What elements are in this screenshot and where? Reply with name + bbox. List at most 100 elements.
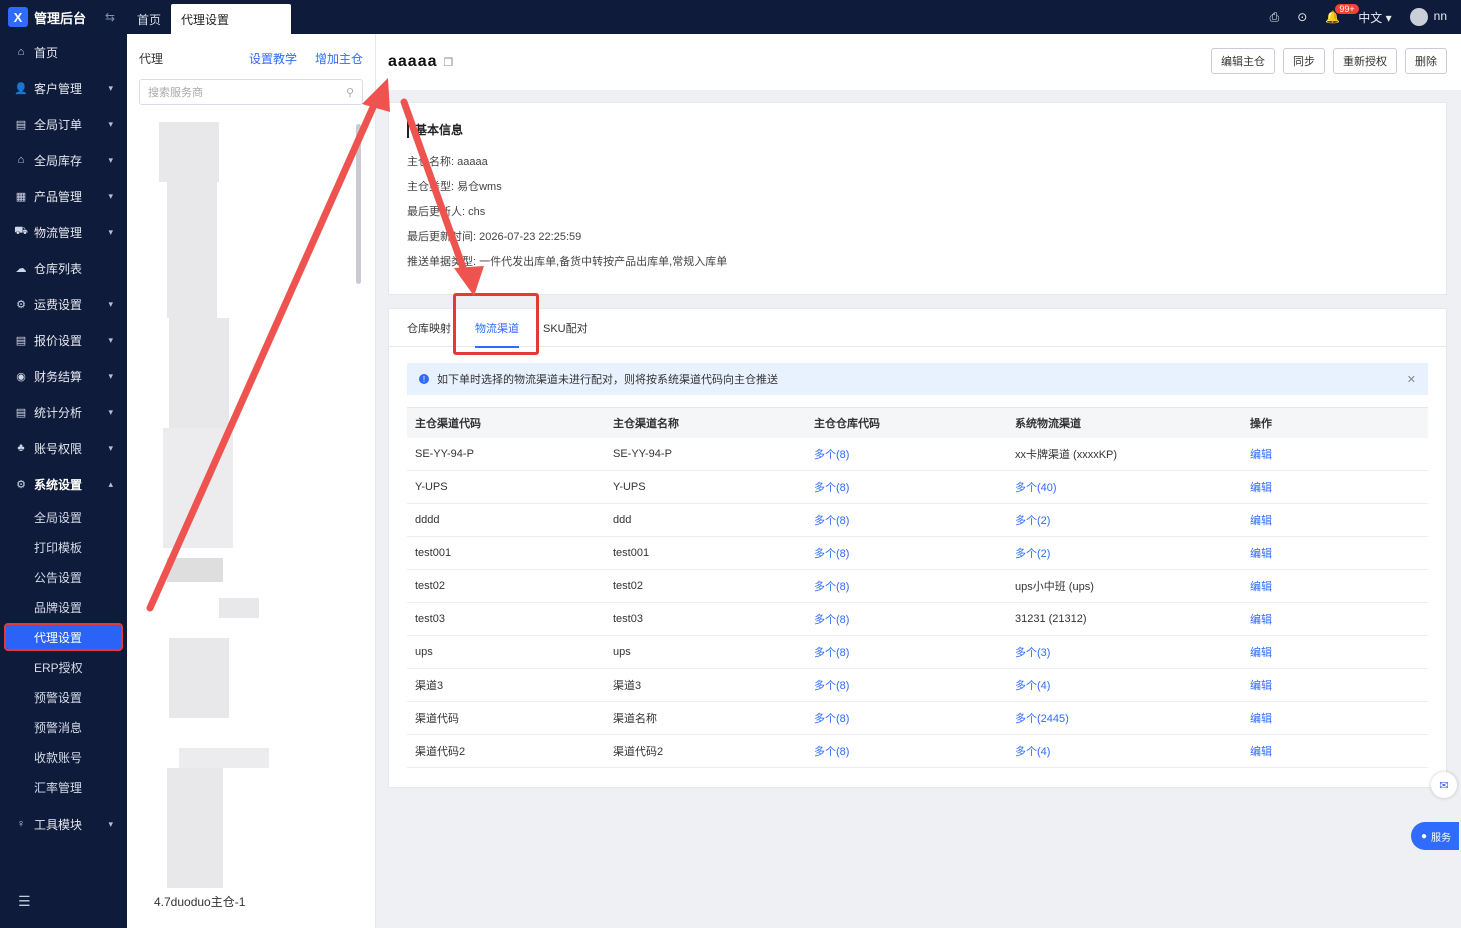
table-cell[interactable]: 多个(8)	[806, 668, 1007, 702]
table-row: 渠道3 渠道3 多个(8) 多个(4) 编辑	[407, 668, 1428, 702]
search-input[interactable]: 搜索服务商 ⚲	[139, 79, 363, 105]
edit-link[interactable]: 编辑	[1242, 635, 1428, 669]
table-cell: SE-YY-94-P	[407, 437, 605, 471]
close-icon[interactable]: ✕	[1407, 373, 1416, 386]
edit-link[interactable]: 编辑	[1242, 602, 1428, 636]
sidebar-item-7[interactable]: ⚙ 运费设置 ▾	[0, 286, 127, 322]
edit-link[interactable]: 编辑	[1242, 536, 1428, 570]
table-cell[interactable]: 多个(2)	[1007, 503, 1242, 537]
sidebar-item-label: 物流管理	[34, 225, 83, 240]
table-cell[interactable]: 多个(8)	[806, 635, 1007, 669]
table-cell: ups小中班 (ups)	[1007, 569, 1242, 603]
sidebar-item-2[interactable]: ▤ 全局订单 ▾	[0, 106, 127, 142]
sidebar-subitem-8[interactable]: 收款账号	[0, 742, 127, 772]
sidebar-subitem-2[interactable]: 公告设置	[0, 562, 127, 592]
tab-home[interactable]: 首页	[127, 4, 171, 34]
sidebar-subitem-1[interactable]: 打印模板	[0, 532, 127, 562]
tab-agent-settings[interactable]: 代理设置	[171, 4, 292, 34]
sidebar-subitem-7[interactable]: 预警消息	[0, 712, 127, 742]
sidebar-subitem-9[interactable]: 汇率管理	[0, 772, 127, 802]
table-cell[interactable]: 多个(40)	[1007, 470, 1242, 504]
table-cell[interactable]: 多个(8)	[806, 503, 1007, 537]
sidebar-item-0[interactable]: ⌂ 首页	[0, 34, 127, 70]
table-cell: test03	[407, 602, 605, 636]
search-icon: ⚲	[345, 86, 354, 99]
menu-icon: ♣	[17, 442, 25, 454]
table-cell[interactable]: 多个(8)	[806, 536, 1007, 570]
sidebar-item-label: 全局订单	[34, 117, 83, 132]
table-cell[interactable]: 多个(8)	[806, 470, 1007, 504]
copy-icon[interactable]: ❐	[444, 56, 454, 69]
sidebar-subitem-5[interactable]: ERP授权	[0, 652, 127, 682]
table-cell[interactable]: 多个(8)	[806, 569, 1007, 603]
sidebar-subitem-3[interactable]: 品牌设置	[0, 592, 127, 622]
edit-link[interactable]: 编辑	[1242, 701, 1428, 735]
menu-icon: ▤	[15, 406, 27, 419]
edit-link[interactable]: 编辑	[1242, 569, 1428, 603]
language-select[interactable]: 中文 ▾	[1358, 9, 1391, 26]
sidebar-item-8[interactable]: ▤ 报价设置 ▾	[0, 322, 127, 358]
sidebar-item-label: 报价设置	[34, 333, 83, 348]
table-cell[interactable]: 多个(2)	[1007, 536, 1242, 570]
menu-icon: ◉	[16, 370, 26, 383]
tab-warehouse-mapping[interactable]: 仓库映射	[407, 309, 451, 347]
table-cell[interactable]: 多个(8)	[806, 602, 1007, 636]
tree-item-last[interactable]: 4.7duoduo主仓-1	[154, 893, 245, 910]
sidebar-subitem-6[interactable]: 预警设置	[0, 682, 127, 712]
sidebar-item-9[interactable]: ◉ 财务结算 ▾	[0, 358, 127, 394]
chat-icon[interactable]: ✉	[1431, 772, 1457, 798]
table-cell[interactable]: 多个(3)	[1007, 635, 1242, 669]
bell-icon[interactable]: 🔔 99+	[1325, 4, 1359, 24]
tab-sku-pairing[interactable]: SKU配对	[543, 309, 588, 347]
menu-toggle-icon[interactable]: ☰	[18, 893, 31, 910]
sidebar-subitem-0[interactable]: 全局设置	[0, 502, 127, 532]
sidebar-subitem-4[interactable]: 代理设置	[4, 623, 123, 651]
sidebar-item-6[interactable]: ☁ 仓库列表	[0, 250, 127, 286]
logo[interactable]: X 管理后台 ⇆	[0, 0, 127, 34]
page-title: aaaaa	[388, 53, 438, 70]
channel-card: 仓库映射 物流渠道 SKU配对 ! 如下单时选择的物流渠道未进行配对，则将按系统…	[388, 293, 1447, 788]
tutorial-link[interactable]: 设置教学	[249, 50, 297, 67]
table-row: test001 test001 多个(8) 多个(2) 编辑	[407, 536, 1428, 570]
table-row: ups ups 多个(8) 多个(3) 编辑	[407, 635, 1428, 669]
sidebar-item-5[interactable]: ⛟ 物流管理 ▾	[0, 214, 127, 250]
table-cell[interactable]: 多个(8)	[806, 437, 1007, 471]
sidebar-item-tools[interactable]: ♀ 工具模块 ▾	[0, 806, 127, 842]
table-cell[interactable]: 多个(2445)	[1007, 701, 1242, 735]
edit-link[interactable]: 编辑	[1242, 734, 1428, 768]
info-row: 主仓名称: aaaaa	[407, 156, 488, 168]
agent-tree[interactable]	[139, 118, 361, 908]
menu-icon: ⛟	[14, 225, 28, 237]
chevron-icon: ▾	[108, 442, 113, 453]
download-icon[interactable]: ⊙	[1297, 10, 1307, 24]
user-menu[interactable]: nn	[1409, 8, 1447, 26]
service-button[interactable]: ● 服务	[1411, 822, 1459, 850]
add-warehouse-link[interactable]: 增加主仓	[315, 50, 363, 67]
reauthorize-button[interactable]: 重新授权	[1333, 48, 1397, 74]
table-cell[interactable]: 多个(4)	[1007, 734, 1242, 768]
sidebar-item-10[interactable]: ▤ 统计分析 ▾	[0, 394, 127, 430]
notice-text: 如下单时选择的物流渠道未进行配对，则将按系统渠道代码向主仓推送	[437, 374, 778, 386]
sidebar-item-1[interactable]: 👤 客户管理 ▾	[0, 70, 127, 106]
edit-link[interactable]: 编辑	[1242, 470, 1428, 504]
printer-icon[interactable]: ⎙	[1270, 10, 1280, 25]
sidebar-item-12[interactable]: ⚙ 系统设置 ▴	[0, 466, 127, 502]
collapse-icon[interactable]: ⇆	[105, 10, 115, 24]
edit-link[interactable]: 编辑	[1242, 503, 1428, 537]
sidebar-item-11[interactable]: ♣ 账号权限 ▾	[0, 430, 127, 466]
edit-link[interactable]: 编辑	[1242, 668, 1428, 702]
table-cell[interactable]: 多个(8)	[806, 701, 1007, 735]
edit-link[interactable]: 编辑	[1242, 437, 1428, 471]
scrollbar[interactable]	[356, 124, 361, 284]
table-cell[interactable]: 多个(8)	[806, 734, 1007, 768]
table-cell[interactable]: 多个(4)	[1007, 668, 1242, 702]
edit-warehouse-button[interactable]: 编辑主仓	[1211, 48, 1275, 74]
sync-button[interactable]: 同步	[1283, 48, 1325, 74]
basic-info-card: 基本信息 主仓名称: aaaaa 主仓类型: 易仓wms 最后更新人: chs …	[388, 102, 1447, 295]
table-cell: 31231 (21312)	[1007, 602, 1242, 636]
help-icon: ●	[1421, 830, 1428, 842]
sidebar-item-4[interactable]: ▦ 产品管理 ▾	[0, 178, 127, 214]
sidebar-item-3[interactable]: ⌂ 全局库存 ▾	[0, 142, 127, 178]
delete-button[interactable]: 删除	[1405, 48, 1447, 74]
info-row: 最后更新人: chs	[407, 206, 486, 218]
